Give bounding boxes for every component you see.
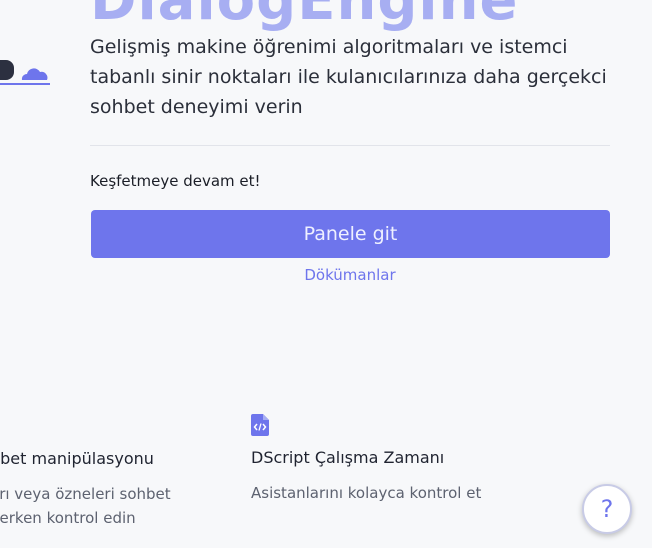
help-button[interactable]: ? [582,484,632,534]
docs-link[interactable]: Dökümanlar [90,266,610,284]
go-to-panel-button[interactable]: Panele git [91,210,610,258]
feature-description: Asistanlarını kolayca kontrol et [251,484,482,502]
feature-description: arı veya özneleri sohbet derken kontrol … [0,482,171,530]
feature-description-line: derken kontrol edin [0,509,136,527]
cloud-illustration [0,60,50,85]
code-file-icon [251,414,269,436]
divider [90,145,610,146]
feature-description-line: arı veya özneleri sohbet [0,485,171,503]
explore-label: Keşfetmeye devam et! [90,172,261,190]
feature-title: hbet manipülasyonu [0,449,154,468]
feature-dscript-runtime: DScript Çalışma Zamanı Asistanlarını kol… [251,414,481,505]
hero-description: Gelişmiş makine öğrenimi algoritmaları v… [90,36,607,118]
feature-chat-manipulation: hbet manipülasyonu arı veya özneleri soh… [0,449,171,530]
hero-title: DialogEngine [90,0,519,33]
feature-title: DScript Çalışma Zamanı [251,448,445,467]
